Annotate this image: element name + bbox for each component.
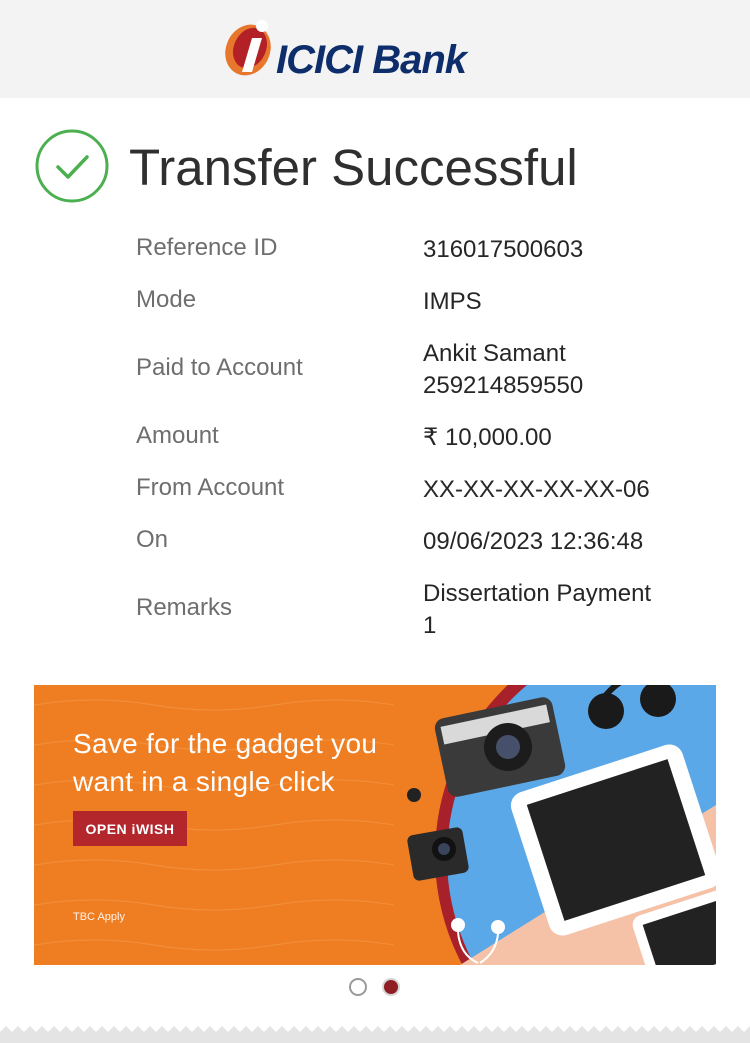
detail-value: IMPS bbox=[423, 288, 482, 315]
app-header: ICICI Bank bbox=[0, 0, 750, 98]
detail-value: Ankit Samant bbox=[423, 340, 566, 367]
detail-label: Remarks bbox=[136, 594, 233, 621]
detail-value-account-number: 259214859550 bbox=[423, 372, 584, 399]
detail-value: 316017500603 bbox=[423, 236, 584, 263]
banner-headline: Save for the gadget you want in a single… bbox=[73, 725, 377, 801]
status-heading: Transfer Successful bbox=[34, 128, 734, 204]
logo-text: ICICI Bank bbox=[276, 38, 467, 82]
page-title: Transfer Successful bbox=[129, 139, 578, 196]
gadgets-image bbox=[407, 685, 716, 965]
detail-value: ₹ 10,000.00 bbox=[423, 424, 552, 451]
receipt-zigzag-edge bbox=[0, 1014, 750, 1043]
detail-label: Mode bbox=[136, 286, 197, 313]
detail-label: Paid to Account bbox=[136, 354, 303, 381]
banner-line-1: Save for the gadget you bbox=[73, 728, 378, 759]
check-circle-icon bbox=[35, 129, 109, 203]
detail-value: Dissertation Payment bbox=[423, 580, 652, 607]
promo-banner[interactable]: Save for the gadget you want in a single… bbox=[34, 685, 716, 965]
terms-note: TBC Apply bbox=[73, 911, 125, 923]
detail-value: 09/06/2023 12:36:48 bbox=[423, 528, 644, 555]
detail-label: On bbox=[136, 526, 169, 553]
detail-label: Reference ID bbox=[136, 234, 278, 261]
detail-label: From Account bbox=[136, 474, 285, 501]
detail-label: Amount bbox=[136, 422, 219, 449]
detail-value: XX-XX-XX-XX-XX-06 bbox=[423, 476, 650, 503]
detail-value-continued: 1 bbox=[423, 612, 437, 639]
bank-logo: ICICI Bank bbox=[222, 14, 532, 84]
carousel-dot-2-active[interactable] bbox=[382, 978, 400, 996]
open-iwish-button[interactable]: OPEN iWISH bbox=[73, 811, 187, 846]
carousel-dot-1[interactable] bbox=[349, 978, 367, 996]
banner-line-2: want in a single click bbox=[73, 766, 335, 797]
icici-logo-mark-icon bbox=[225, 20, 271, 76]
carousel-indicator bbox=[349, 978, 409, 1000]
